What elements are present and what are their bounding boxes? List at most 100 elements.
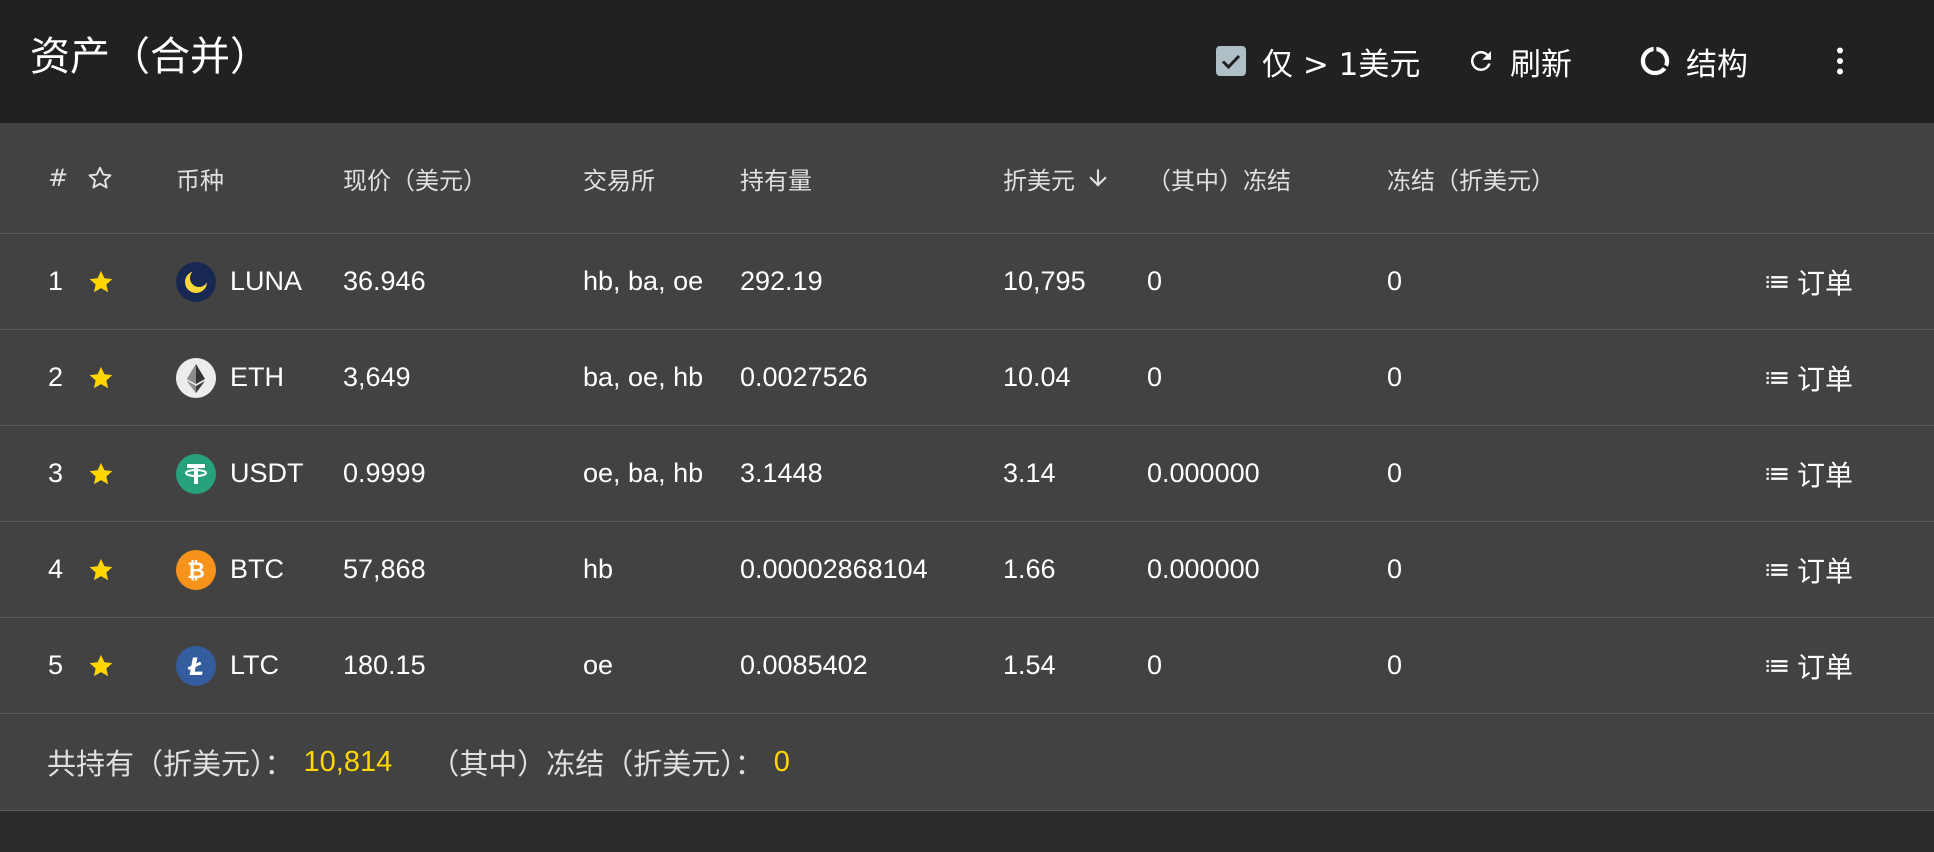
header-frozen-usd[interactable]: 冻结（折美元） <box>1387 123 1555 233</box>
coin-symbol: ETH <box>230 362 284 392</box>
orders-button[interactable]: 订单 <box>1763 234 1853 329</box>
list-icon <box>1763 556 1791 584</box>
btc-icon: ₿ <box>176 549 216 590</box>
orders-label: 订单 <box>1797 266 1854 300</box>
list-icon <box>1763 652 1791 680</box>
header-usd-value[interactable]: 折美元 <box>1003 123 1111 233</box>
coin-symbol: BTC <box>230 554 284 584</box>
summary-row: 共持有（折美元）： 10,814 （其中）冻结（折美元）： 0 <box>0 714 1934 811</box>
price-cell: 180.15 <box>343 650 426 680</box>
eth-icon <box>176 357 216 398</box>
header-frozen[interactable]: （其中）冻结 <box>1147 123 1291 233</box>
table-row: 1 LUNA 36.946 hb, ba, oe 292.19 10,795 0 0 订单 <box>0 234 1934 330</box>
app-bar: 资产（合并） 仅 > 1美元 刷新 结构 <box>0 0 1934 123</box>
frozen-cell: 0 <box>1147 266 1163 296</box>
orders-button[interactable]: 订单 <box>1763 426 1853 521</box>
svg-text:₿: ₿ <box>187 559 205 584</box>
exchange-cell: hb, ba, oe <box>583 266 704 296</box>
list-icon <box>1763 364 1791 392</box>
usd-value-cell: 3.14 <box>1003 458 1056 488</box>
asset-table: # 币种 现价（美元） 交易所 持有量 折美元 （其中）冻结 冻结（折美元） 1… <box>0 123 1934 811</box>
row-index: 2 <box>48 362 64 392</box>
table-row: 4 ₿ BTC 57,868 hb 0.00002868104 1.66 0.000000 0 订… <box>0 522 1934 618</box>
more-menu-button[interactable] <box>1822 36 1858 86</box>
table-row: 2 ETH 3,649 ba, oe, hb 0.0027526 10.04 0 0 订单 <box>0 330 1934 426</box>
total-label: 共持有（折美元）： <box>47 747 294 781</box>
structure-button[interactable]: 结构 <box>1638 36 1748 86</box>
total-value: 10,814 <box>303 745 393 778</box>
header-coin[interactable]: 币种 <box>176 123 224 233</box>
orders-label: 订单 <box>1797 650 1854 684</box>
holding-cell: 0.00002868104 <box>740 554 928 584</box>
holding-cell: 0.0027526 <box>740 362 868 392</box>
header-star-icon[interactable] <box>87 123 113 233</box>
coin-symbol: LTC <box>230 650 280 680</box>
frozen-total-label: （其中）冻结（折美元）： <box>430 747 764 781</box>
frozen-cell: 0.000000 <box>1147 458 1260 488</box>
orders-label: 订单 <box>1797 458 1854 492</box>
star-icon[interactable] <box>87 426 115 521</box>
usd-value-cell: 10,795 <box>1003 266 1086 296</box>
table-row: 5 Ł LTC 180.15 oe 0.0085402 1.54 0 0 订单 <box>0 618 1934 714</box>
sort-descending-icon <box>1085 165 1111 191</box>
frozen-usd-cell: 0 <box>1387 650 1403 680</box>
exchange-cell: oe <box>583 650 614 680</box>
row-index: 5 <box>48 650 64 680</box>
holding-cell: 292.19 <box>740 266 823 296</box>
star-icon[interactable] <box>87 618 115 713</box>
list-icon <box>1763 460 1791 488</box>
table-header: # 币种 现价（美元） 交易所 持有量 折美元 （其中）冻结 冻结（折美元） <box>0 123 1934 234</box>
summary: 共持有（折美元）： 10,814 （其中）冻结（折美元）： 0 <box>47 714 790 810</box>
orders-button[interactable]: 订单 <box>1763 618 1853 713</box>
bottom-area <box>0 812 1934 852</box>
donut-chart-icon <box>1638 44 1672 78</box>
row-index: 3 <box>48 458 64 488</box>
exchange-cell: ba, oe, hb <box>583 362 704 392</box>
orders-label: 订单 <box>1797 362 1854 396</box>
coin-cell: ₿ BTC <box>176 522 284 617</box>
list-icon <box>1763 268 1791 296</box>
frozen-cell: 0.000000 <box>1147 554 1260 584</box>
refresh-button[interactable]: 刷新 <box>1466 36 1572 86</box>
star-icon[interactable] <box>87 330 115 425</box>
structure-label: 结构 <box>1686 46 1748 83</box>
page-title: 资产（合并） <box>30 34 270 80</box>
more-vert-icon[interactable] <box>1822 43 1858 79</box>
coin-cell: USDT <box>176 426 304 521</box>
refresh-label: 刷新 <box>1510 46 1572 83</box>
ltc-icon: Ł <box>176 645 216 686</box>
row-index: 1 <box>48 266 64 296</box>
orders-label: 订单 <box>1797 554 1854 588</box>
checkbox-checked-icon[interactable] <box>1216 46 1246 76</box>
only-over-1-usd-toggle[interactable]: 仅 > 1美元 <box>1216 36 1420 86</box>
coin-symbol: LUNA <box>230 266 303 296</box>
header-usd-value-label: 折美元 <box>1003 166 1075 195</box>
frozen-usd-cell: 0 <box>1387 458 1403 488</box>
holding-cell: 0.0085402 <box>740 650 868 680</box>
orders-button[interactable]: 订单 <box>1763 522 1853 617</box>
usd-value-cell: 10.04 <box>1003 362 1071 392</box>
exchange-cell: oe, ba, hb <box>583 458 704 488</box>
frozen-cell: 0 <box>1147 650 1163 680</box>
row-index: 4 <box>48 554 64 584</box>
price-cell: 0.9999 <box>343 458 426 488</box>
refresh-icon <box>1466 46 1496 76</box>
frozen-cell: 0 <box>1147 362 1163 392</box>
price-cell: 36.946 <box>343 266 426 296</box>
table-row: 3 USDT 0.9999 oe, ba, hb 3.1448 3.14 0.000000 0… <box>0 426 1934 522</box>
header-price[interactable]: 现价（美元） <box>343 123 487 233</box>
header-index: # <box>48 164 69 192</box>
star-icon[interactable] <box>87 522 115 617</box>
only-over-1-usd-label: 仅 > 1美元 <box>1262 46 1421 83</box>
frozen-usd-cell: 0 <box>1387 266 1403 296</box>
orders-button[interactable]: 订单 <box>1763 330 1853 425</box>
header-holding[interactable]: 持有量 <box>740 123 812 233</box>
luna-icon <box>176 261 216 302</box>
app-bar-actions: 仅 > 1美元 刷新 结构 <box>1200 0 1934 123</box>
svg-text:Ł: Ł <box>187 653 204 681</box>
usdt-icon <box>176 453 216 494</box>
header-exchange[interactable]: 交易所 <box>583 123 655 233</box>
exchange-cell: hb <box>583 554 614 584</box>
star-icon[interactable] <box>87 234 115 329</box>
coin-cell: Ł LTC <box>176 618 279 713</box>
